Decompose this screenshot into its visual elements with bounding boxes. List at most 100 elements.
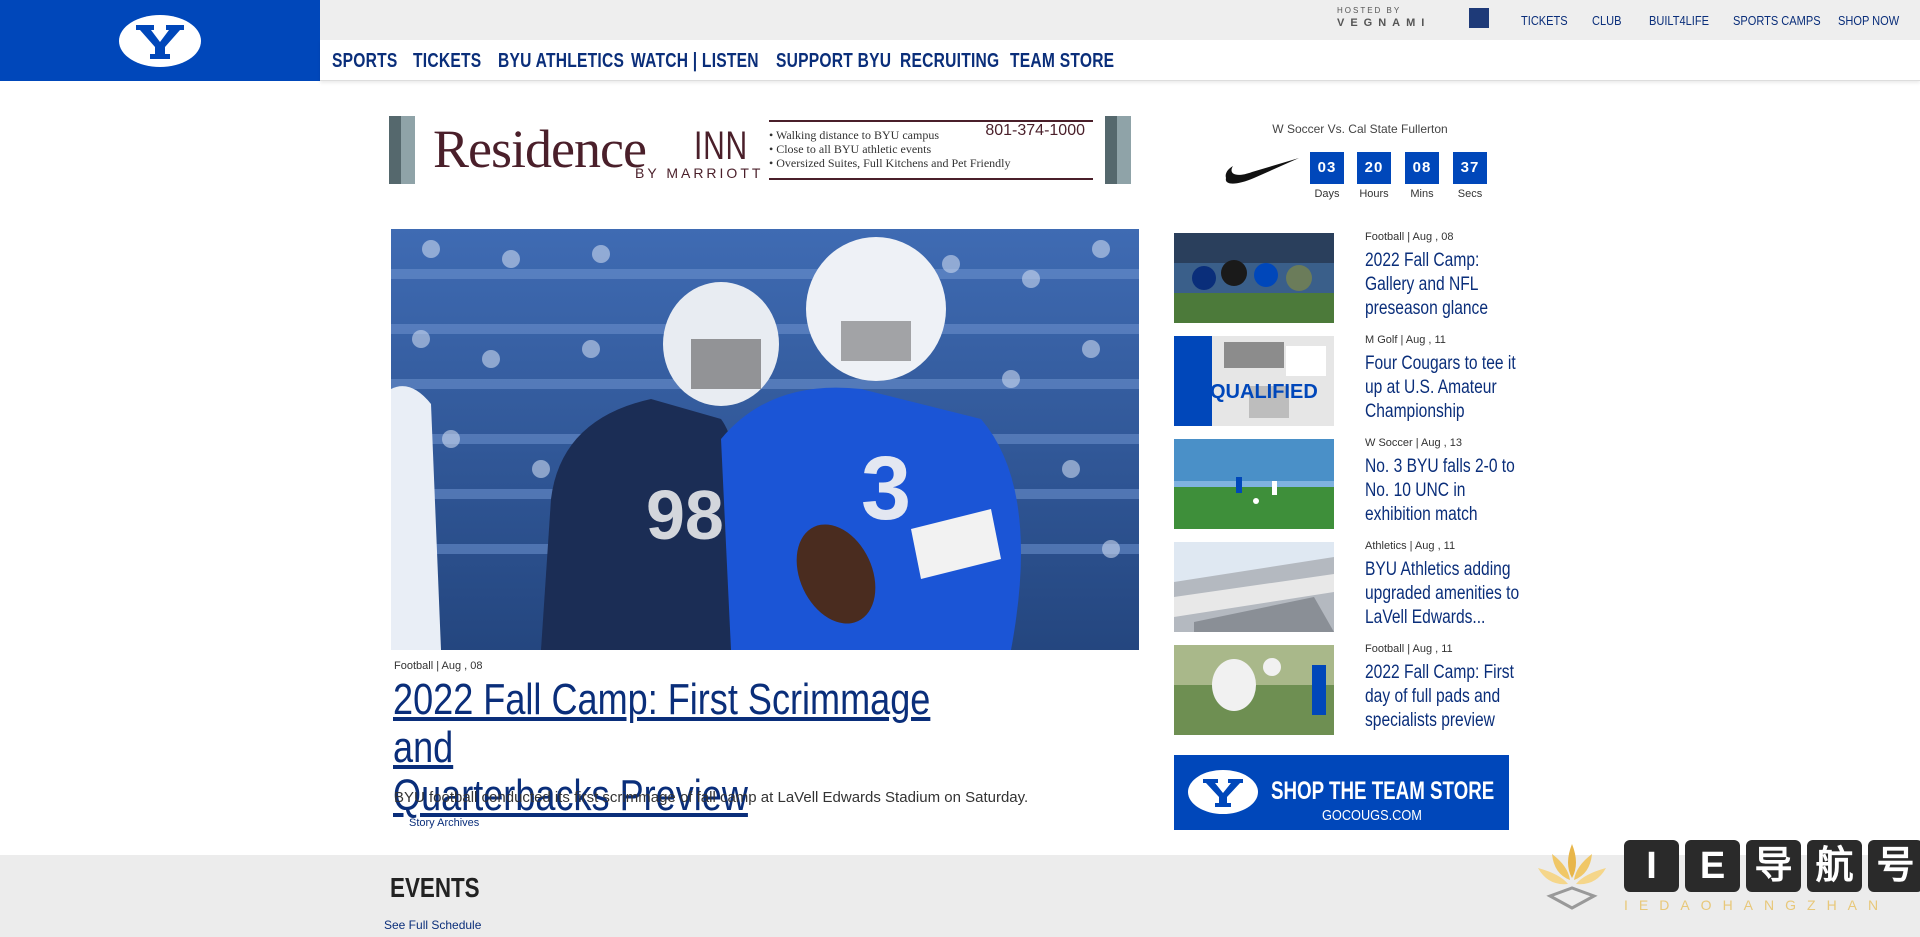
full-schedule-link[interactable]: See Full Schedule <box>384 918 481 932</box>
utility-link-sports-camps[interactable]: SPORTS CAMPS <box>1733 13 1821 28</box>
story-thumbnail[interactable] <box>1174 542 1334 632</box>
story-thumbnail[interactable] <box>1174 233 1334 323</box>
site-watermark: I E 导 航 号 IEDAOHANGZHAN <box>1532 828 1920 937</box>
ad-bullet: Oversized Suites, Full Kitchens and Pet … <box>769 156 1010 170</box>
hosted-by-label: HOSTED BY <box>1337 6 1402 15</box>
main-nav: SPORTS TICKETS BYU ATHLETICS WATCH | LIS… <box>320 40 1920 81</box>
countdown-hours-label: Hours <box>1359 188 1389 200</box>
watermark-chars: I E 导 航 号 <box>1624 840 1920 892</box>
ad-brand: Residence <box>433 119 647 179</box>
countdown-event: W Soccer Vs. Cal State Fullerton <box>1272 122 1448 136</box>
story-photo <box>1174 233 1334 323</box>
story-archives-link[interactable]: Story Archives <box>409 817 479 829</box>
story-meta: Football | Aug , 11 <box>1365 643 1453 655</box>
byu-y-logo-icon <box>119 14 201 67</box>
events-heading: EVENTS <box>390 872 480 903</box>
story-item: Football | Aug , 11 2022 Fall Camp: Firs… <box>1174 643 1534 737</box>
story-item: Athletics | Aug , 11 BYU Athletics addin… <box>1174 540 1534 634</box>
countdown-hours: 20 Hours <box>1357 152 1391 200</box>
countdown-mins-value: 08 <box>1405 152 1439 184</box>
story-title[interactable]: Four Cougars to tee it up at U.S. Amateu… <box>1365 352 1529 424</box>
utility-link-tickets[interactable]: TICKETS <box>1521 13 1568 28</box>
ad-brand-suffix: INN <box>694 124 748 168</box>
countdown-mins: 08 Mins <box>1405 152 1439 200</box>
story-graphic: QUALIFIED <box>1174 336 1334 426</box>
host-name: VEGNAMI <box>1337 17 1431 29</box>
nike-swoosh-icon <box>1225 158 1299 184</box>
story-title[interactable]: BYU Athletics adding upgraded amenities … <box>1365 558 1529 630</box>
countdown-hours-value: 20 <box>1357 152 1391 184</box>
watermark-subtitle: IEDAOHANGZHAN <box>1624 897 1890 913</box>
story-thumbnail[interactable] <box>1174 439 1334 529</box>
hosted-by: HOSTED BY VEGNAMI <box>1337 6 1489 30</box>
story-item: Football | Aug , 08 2022 Fall Camp: Gall… <box>1174 231 1534 325</box>
story-photo <box>1174 645 1334 735</box>
story-thumbnail[interactable] <box>1174 645 1334 735</box>
ad-brand-sub: BY MARRIOTT <box>635 165 764 181</box>
svg-text:98: 98 <box>646 476 724 554</box>
nav-sports[interactable]: SPORTS <box>332 50 398 73</box>
svg-text:3: 3 <box>861 439 911 539</box>
ad-info: Walking distance to BYU campus Close to … <box>769 120 1093 180</box>
story-photo <box>1174 439 1334 529</box>
ad-phone: 801-374-1000 <box>981 122 1089 140</box>
watermark-char: 航 <box>1807 840 1862 892</box>
story-title[interactable]: 2022 Fall Camp: First day of full pads a… <box>1365 661 1529 733</box>
team-store-url: GOCOUGS.COM <box>1322 807 1422 824</box>
utility-item-tickets-wrap: TICKETS <box>1521 0 1576 40</box>
story-thumbnail[interactable]: QUALIFIED <box>1174 336 1334 426</box>
nav-team-store[interactable]: TEAM STORE <box>1010 50 1114 73</box>
story-meta: W Soccer | Aug , 13 <box>1365 437 1463 449</box>
story-item: QUALIFIED M Golf | Aug , 11 Four Cougars… <box>1174 334 1534 428</box>
utility-item-shop-now-wrap: SHOP NOW <box>1838 0 1910 40</box>
story-photo <box>1174 542 1334 632</box>
utility-link-club[interactable]: CLUB <box>1592 13 1621 28</box>
story-title[interactable]: No. 3 BYU falls 2-0 to No. 10 UNC in exh… <box>1365 455 1529 527</box>
utility-link-shop-now[interactable]: SHOP NOW <box>1838 13 1899 28</box>
utility-item-sports-camps-wrap: SPORTS CAMPS <box>1733 0 1836 40</box>
story-title[interactable]: 2022 Fall Camp: Gallery and NFL preseaso… <box>1365 249 1529 321</box>
team-store-banner[interactable]: SHOP THE TEAM STORE GOCOUGS.COM <box>1174 755 1509 830</box>
game-countdown: W Soccer Vs. Cal State Fullerton 03 Days… <box>1220 118 1500 208</box>
countdown-days-label: Days <box>1314 188 1340 200</box>
nav-tickets[interactable]: TICKETS <box>413 50 481 73</box>
hero-story-meta: Football | Aug , 08 <box>394 660 483 672</box>
residence-inn-ad[interactable]: Residence INN BY MARRIOTT Walking distan… <box>389 116 1131 184</box>
utility-item-club-wrap: CLUB <box>1592 0 1627 40</box>
byu-logo[interactable] <box>0 0 320 81</box>
hero-photo: 3 98 <box>391 229 1139 650</box>
watermark-char: I <box>1624 840 1679 892</box>
hero-title-line: 2022 Fall Camp: First Scrimmage and <box>393 675 931 772</box>
host-logo-icon <box>1469 8 1489 28</box>
story-meta: M Golf | Aug , 11 <box>1365 334 1446 346</box>
watermark-char: 号 <box>1868 840 1920 892</box>
nav-support-byu[interactable]: SUPPORT BYU <box>776 50 891 73</box>
hero-story-image[interactable]: 3 98 <box>391 229 1139 650</box>
countdown-mins-label: Mins <box>1410 188 1434 200</box>
ad-left-bar <box>389 116 415 184</box>
byu-oval-logo-icon <box>1188 770 1258 814</box>
lotus-handshake-icon <box>1538 844 1606 910</box>
page: HOSTED BY VEGNAMI TICKETS CLUB BUILT4LIF… <box>0 0 1920 937</box>
story-meta: Athletics | Aug , 11 <box>1365 540 1456 552</box>
story-meta: Football | Aug , 08 <box>1365 231 1454 243</box>
thumb-text: QUALIFIED <box>1210 381 1318 403</box>
utility-link-built4life[interactable]: BUILT4LIFE <box>1649 13 1709 28</box>
countdown-days: 03 Days <box>1310 152 1344 200</box>
watermark-char: E <box>1685 840 1740 892</box>
nav-watch-listen[interactable]: WATCH | LISTEN <box>631 50 759 73</box>
ad-right-bar <box>1105 116 1131 184</box>
nav-recruiting[interactable]: RECRUITING <box>900 50 999 73</box>
story-item: W Soccer | Aug , 13 No. 3 BYU falls 2-0 … <box>1174 437 1534 531</box>
team-store-headline: SHOP THE TEAM STORE <box>1271 777 1495 805</box>
utility-item-built4life-wrap: BUILT4LIFE <box>1649 0 1720 40</box>
countdown-secs-label: Secs <box>1457 188 1483 200</box>
ad-bullet: Close to all BYU athletic events <box>769 142 1011 156</box>
watermark-char: 导 <box>1746 840 1801 892</box>
countdown-days-value: 03 <box>1310 152 1344 184</box>
countdown-secs-value: 37 <box>1453 152 1487 184</box>
byu-y-logo-icon <box>1203 779 1243 807</box>
nav-byu-athletics[interactable]: BYU ATHLETICS <box>498 50 624 73</box>
hero-story-description: BYU football conducted its first scrimma… <box>394 789 1029 806</box>
countdown-secs: 37 Secs <box>1453 152 1487 200</box>
